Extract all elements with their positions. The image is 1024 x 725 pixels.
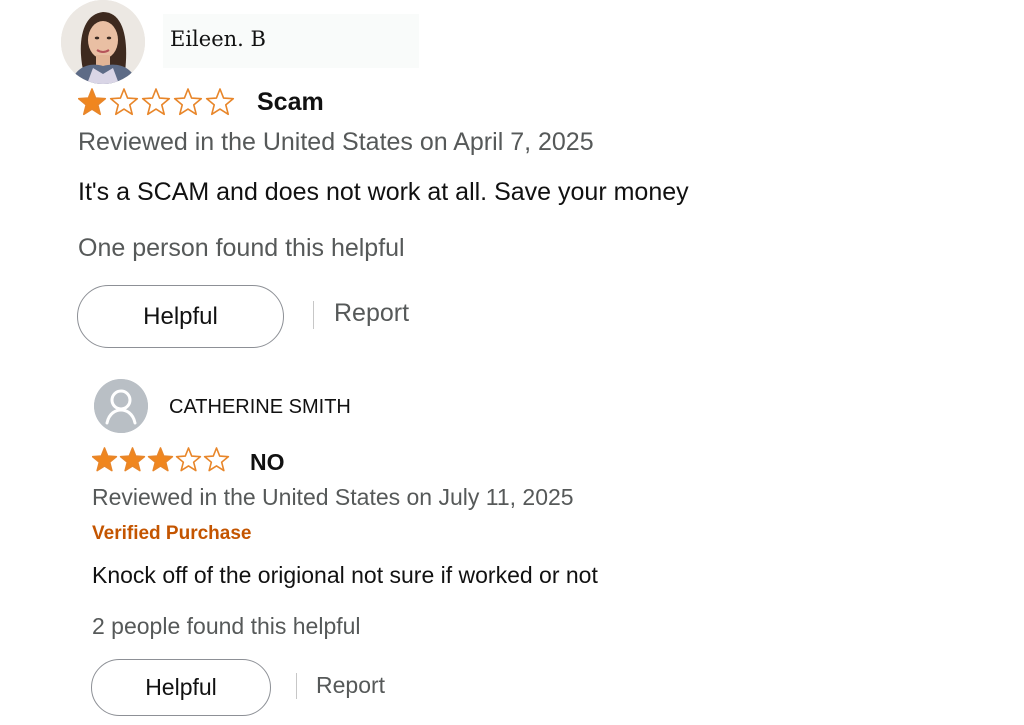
user-silhouette-icon xyxy=(94,379,148,433)
review-date: Reviewed in the United States on April 7… xyxy=(78,128,594,156)
star-rating-graphic xyxy=(77,88,235,116)
report-link[interactable]: Report xyxy=(316,672,385,699)
divider xyxy=(296,673,297,699)
star-filled-icon xyxy=(91,447,118,472)
default-user-icon[interactable] xyxy=(94,379,148,433)
review-body: It's a SCAM and does not work at all. Sa… xyxy=(78,178,689,206)
star-empty-icon xyxy=(109,88,139,116)
star-empty-icon xyxy=(141,88,171,116)
review-date: Reviewed in the United States on July 11… xyxy=(92,484,574,510)
helpful-button[interactable]: Helpful xyxy=(77,285,284,348)
star-filled-icon xyxy=(77,88,107,116)
helpful-count: 2 people found this helpful xyxy=(92,613,361,639)
reviewer-name[interactable]: CATHERINE SMITH xyxy=(169,396,351,419)
star-rating xyxy=(77,88,240,123)
review-title[interactable]: NO xyxy=(250,449,285,476)
star-filled-icon xyxy=(119,447,146,472)
star-empty-icon xyxy=(203,447,230,472)
star-empty-icon xyxy=(205,88,235,116)
helpful-count: One person found this helpful xyxy=(78,234,405,262)
review-body: Knock off of the origional not sure if w… xyxy=(92,562,598,588)
star-empty-icon xyxy=(173,88,203,116)
verified-purchase-badge: Verified Purchase xyxy=(92,523,252,544)
divider xyxy=(313,301,314,329)
portrait-image xyxy=(61,0,145,84)
star-rating xyxy=(91,447,237,480)
star-filled-icon xyxy=(147,447,174,472)
reviewer-name[interactable]: Eileen. B xyxy=(170,27,266,51)
star-empty-icon xyxy=(175,447,202,472)
report-link[interactable]: Report xyxy=(334,299,409,328)
review-title[interactable]: Scam xyxy=(257,88,324,117)
star-rating-graphic xyxy=(91,447,230,472)
reviewer-avatar-photo[interactable] xyxy=(61,0,145,84)
helpful-button[interactable]: Helpful xyxy=(91,659,271,716)
